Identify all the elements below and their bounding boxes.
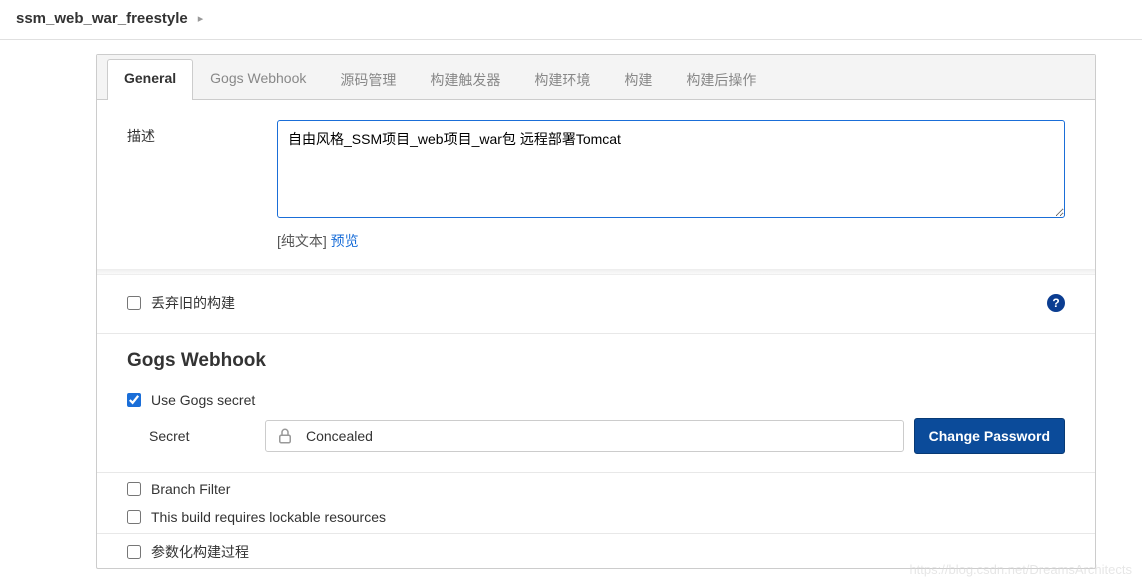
help-icon[interactable]: ? xyxy=(1047,294,1065,312)
gogs-section-title: Gogs Webhook xyxy=(127,350,1065,372)
description-label: 描述 xyxy=(127,120,277,146)
breadcrumb: ssm_web_war_freestyle ▸ xyxy=(0,0,1142,40)
secret-row: Secret Concealed Change Password xyxy=(127,418,1065,454)
description-row: 描述 [纯文本] 预览 xyxy=(127,120,1065,251)
tab-triggers[interactable]: 构建触发器 xyxy=(413,59,517,100)
description-textarea[interactable] xyxy=(277,120,1065,218)
separator xyxy=(97,533,1095,534)
lockable-checkbox[interactable] xyxy=(127,510,141,524)
use-gogs-secret-row: Use Gogs secret xyxy=(127,386,1065,414)
change-password-button[interactable]: Change Password xyxy=(914,418,1065,454)
separator xyxy=(97,472,1095,473)
branch-filter-row: Branch Filter xyxy=(127,475,1065,503)
tab-post-build[interactable]: 构建后操作 xyxy=(669,59,773,100)
chevron-right-icon: ▸ xyxy=(198,12,204,25)
config-panel: General Gogs Webhook 源码管理 构建触发器 构建环境 构建 … xyxy=(96,54,1096,569)
separator xyxy=(97,333,1095,334)
tab-general[interactable]: General xyxy=(107,59,193,100)
secret-label: Secret xyxy=(127,428,255,444)
discard-old-label[interactable]: 丢弃旧的构建 xyxy=(151,293,235,313)
parameterized-label[interactable]: 参数化构建过程 xyxy=(151,542,249,562)
tabs-bar: General Gogs Webhook 源码管理 构建触发器 构建环境 构建 … xyxy=(97,55,1095,100)
use-gogs-secret-label[interactable]: Use Gogs secret xyxy=(151,392,255,408)
lock-icon xyxy=(276,427,294,445)
tab-scm[interactable]: 源码管理 xyxy=(323,59,413,100)
parameterized-row: 参数化构建过程 xyxy=(127,536,1065,568)
tab-environment[interactable]: 构建环境 xyxy=(517,59,607,100)
tab-build[interactable]: 构建 xyxy=(607,59,669,100)
concealed-field: Concealed xyxy=(265,420,904,452)
concealed-text: Concealed xyxy=(306,428,373,444)
breadcrumb-title[interactable]: ssm_web_war_freestyle xyxy=(16,10,188,27)
plain-text-label: [纯文本] xyxy=(277,233,327,249)
discard-old-checkbox[interactable] xyxy=(127,296,141,310)
parameterized-checkbox[interactable] xyxy=(127,545,141,559)
discard-old-row: 丢弃旧的构建 ? xyxy=(127,287,1065,319)
use-gogs-secret-checkbox[interactable] xyxy=(127,393,141,407)
lockable-row: This build requires lockable resources xyxy=(127,503,1065,531)
tab-gogs-webhook[interactable]: Gogs Webhook xyxy=(193,59,323,100)
lockable-label[interactable]: This build requires lockable resources xyxy=(151,509,386,525)
branch-filter-label[interactable]: Branch Filter xyxy=(151,481,230,497)
branch-filter-checkbox[interactable] xyxy=(127,482,141,496)
preview-link[interactable]: 预览 xyxy=(331,233,359,249)
text-mode-row: [纯文本] 预览 xyxy=(277,231,1065,251)
